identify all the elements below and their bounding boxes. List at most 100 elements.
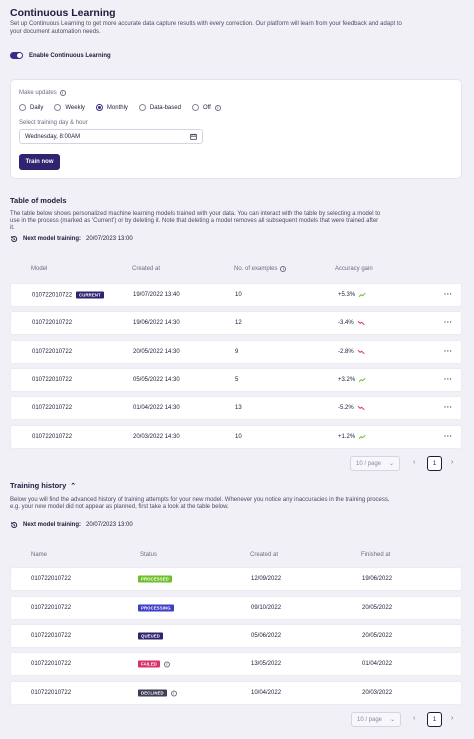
- col-header-examples[interactable]: No. of examples i: [234, 266, 287, 272]
- name-cell: 010722010722: [31, 605, 72, 611]
- models-page-number[interactable]: 1: [427, 456, 442, 471]
- model-id: 010722010722: [32, 405, 73, 411]
- radio-daily[interactable]: Daily: [19, 104, 43, 111]
- accuracy-cell: -5.2%: [338, 405, 365, 411]
- trend-up-icon: [359, 377, 366, 383]
- trend-up-icon: [359, 434, 366, 440]
- table-row[interactable]: 010722010722 DECLINED i 10/04/2022 20/03/202…: [10, 681, 462, 705]
- history-prev-page-icon[interactable]: ‹: [413, 715, 415, 722]
- page-size-value: 10 / page: [356, 460, 382, 467]
- table-row[interactable]: 010722010722 PROCESSING 09/10/2022 20/05/20…: [10, 596, 462, 620]
- status-cell: DECLINED i: [138, 689, 177, 697]
- more-options-icon[interactable]: ···: [444, 292, 453, 299]
- more-options-icon[interactable]: ···: [444, 377, 453, 384]
- trend-down-icon: [357, 405, 365, 411]
- col-header-finished-at[interactable]: Finished at: [361, 552, 390, 558]
- update-frequency-radios: Daily Weekly Monthly Data-based Off i: [19, 104, 232, 111]
- col-header-status[interactable]: Status: [140, 552, 157, 558]
- continuous-learning-toggle[interactable]: [10, 52, 23, 59]
- model-cell: 010722010722: [32, 320, 72, 326]
- history-next-page-icon[interactable]: ›: [451, 715, 453, 722]
- accuracy-value: +1.2%: [338, 434, 356, 440]
- info-icon[interactable]: i: [214, 104, 221, 111]
- accuracy-value: +5.3%: [338, 292, 356, 298]
- finished-at-cell: 19/06/2022: [362, 576, 393, 582]
- table-row[interactable]: 010722010722 20/05/2022 14:30 9 -2.8% ···: [10, 340, 462, 364]
- accuracy-cell: -2.8%: [338, 349, 365, 355]
- model-cell: 010722010722: [32, 405, 72, 411]
- finished-at-cell: 20/03/2022: [362, 690, 393, 696]
- models-prev-page-icon[interactable]: ‹: [413, 459, 415, 466]
- table-row[interactable]: 010722010722 20/03/2022 14:30 10 +1.2% ···: [10, 425, 462, 449]
- col-header-name[interactable]: Name: [31, 552, 47, 558]
- accuracy-value: -5.2%: [338, 405, 354, 411]
- chevron-down-icon: ⌄: [389, 717, 395, 723]
- created-at-cell: 13/05/2022: [251, 661, 282, 667]
- continuous-learning-toggle-row[interactable]: Enable Continuous Learning: [10, 52, 111, 59]
- col-header-accuracy[interactable]: Accuracy gain: [335, 266, 373, 272]
- models-section-title: Table of models: [10, 196, 67, 205]
- table-row[interactable]: 010722010722 19/06/2022 14:30 12 -3.4% ···: [10, 311, 462, 335]
- page-size-value: 10 / page: [357, 716, 383, 723]
- created-at-cell: 09/10/2022: [251, 605, 282, 611]
- chevron-up-icon[interactable]: ⌃: [70, 482, 76, 490]
- next-training-row: Next model training: 20/07/2023 13:00: [10, 235, 133, 243]
- info-icon[interactable]: i: [280, 266, 287, 272]
- table-row[interactable]: 010722010722 FAILED i 13/05/2022 01/04/2022: [10, 652, 462, 676]
- examples-cell: 5: [235, 377, 239, 383]
- trend-down-icon: [357, 349, 365, 355]
- info-icon[interactable]: i: [59, 90, 66, 96]
- radio-circle[interactable]: [19, 104, 26, 111]
- calendar-icon[interactable]: [190, 133, 197, 140]
- radio-off[interactable]: Off i: [191, 104, 221, 111]
- make-updates-text: Make updates: [19, 90, 57, 96]
- col-header-model[interactable]: Model: [31, 266, 47, 272]
- table-row[interactable]: 010722010722 05/05/2022 14:30 5 +3.2% ···: [10, 368, 462, 392]
- more-options-icon[interactable]: ···: [444, 405, 453, 412]
- page-description: Set up Continuous Learning to get more a…: [10, 21, 402, 35]
- radio-weekly[interactable]: Weekly: [54, 104, 85, 111]
- more-options-icon[interactable]: ···: [444, 320, 453, 327]
- info-icon[interactable]: i: [170, 690, 177, 696]
- history-page-number[interactable]: 1: [427, 712, 442, 727]
- radio-circle-selected[interactable]: [95, 104, 103, 111]
- created-at-cell: 05/06/2022: [251, 633, 282, 639]
- finished-at-cell: 20/05/2022: [362, 605, 393, 611]
- status-badge: DECLINED: [138, 689, 167, 697]
- more-options-icon[interactable]: ···: [444, 349, 453, 356]
- name-cell: 010722010722: [31, 690, 72, 696]
- train-now-button[interactable]: Train now: [19, 154, 60, 170]
- model-cell: 010722010722 CURRENT: [32, 291, 104, 299]
- radio-label: Off: [202, 104, 211, 111]
- radio-circle[interactable]: [191, 104, 199, 111]
- training-datetime-input[interactable]: Wednesday, 8:00AM: [19, 129, 203, 144]
- history-section-title: Training history: [10, 481, 67, 490]
- radio-data-based[interactable]: Data-based: [138, 104, 181, 111]
- history-section-description: Below you will find the advanced history…: [10, 497, 390, 511]
- col-header-created[interactable]: Created at: [132, 266, 160, 272]
- table-row[interactable]: 010722010722 QUEUED 05/06/2022 20/05/2022: [10, 624, 462, 648]
- history-section-header[interactable]: Training history ⌃: [10, 481, 76, 490]
- table-row[interactable]: 010722010722 CURRENT 19/07/2022 13:40 10 +5.…: [10, 283, 462, 307]
- name-cell: 010722010722: [31, 576, 72, 582]
- model-id: 010722010722: [32, 292, 73, 298]
- chevron-down-icon: ⌄: [388, 461, 394, 467]
- model-id: 010722010722: [32, 434, 73, 440]
- col-header-created-at[interactable]: Created at: [250, 552, 278, 558]
- models-page-size-select[interactable]: 10 / page ⌄: [350, 456, 400, 471]
- info-icon[interactable]: i: [163, 661, 170, 667]
- table-row[interactable]: 010722010722 PROCESSED 12/09/2022 19/06/202…: [10, 567, 462, 591]
- table-row[interactable]: 010722010722 01/04/2022 14:30 13 -5.2% ···: [10, 396, 462, 420]
- radio-monthly[interactable]: Monthly: [95, 104, 128, 111]
- training-day-label: Select training day & hour: [19, 120, 88, 126]
- status-cell: PROCESSED: [138, 575, 172, 583]
- accuracy-cell: +3.2%: [338, 377, 366, 383]
- history-page-size-select[interactable]: 10 / page ⌄: [351, 712, 401, 727]
- status-cell: QUEUED: [138, 632, 163, 640]
- radio-circle[interactable]: [54, 104, 62, 111]
- page-title: Continuous Learning: [10, 7, 116, 19]
- models-next-page-icon[interactable]: ›: [451, 459, 453, 466]
- radio-circle[interactable]: [138, 104, 146, 111]
- history-clock-icon: [11, 522, 18, 529]
- more-options-icon[interactable]: ···: [444, 434, 453, 441]
